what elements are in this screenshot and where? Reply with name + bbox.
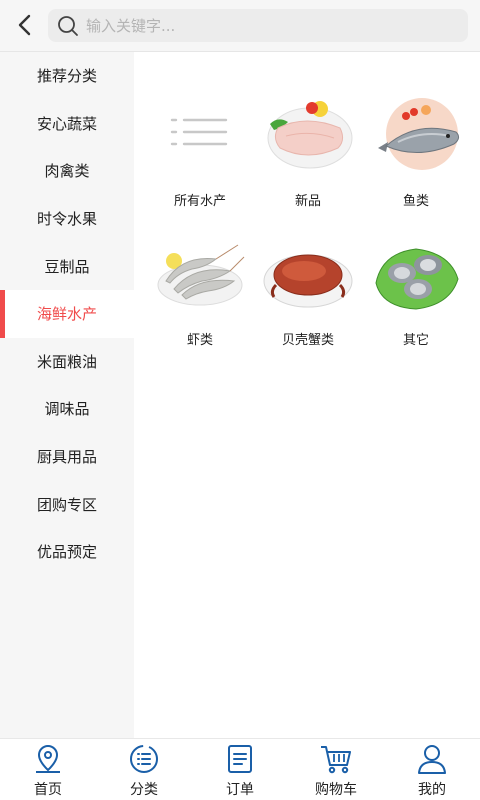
top-bar	[0, 0, 480, 52]
subcategory-label: 所有水产	[173, 194, 226, 209]
back-button[interactable]	[8, 8, 42, 42]
oyster-image	[368, 231, 464, 321]
sidebar-item-label: 团购专区	[36, 495, 97, 514]
subcategory-shellfish-crab[interactable]: 贝壳蟹类	[256, 231, 360, 348]
subcategory-label: 虾类	[186, 333, 213, 348]
subcategory-label: 贝壳蟹类	[281, 333, 334, 348]
subcategory-new[interactable]: 新品	[256, 92, 360, 209]
sidebar-item-seasoning[interactable]: 调味品	[0, 385, 134, 433]
sidebar-item-label: 时令水果	[36, 210, 97, 229]
order-document-icon	[223, 743, 257, 775]
tab-orders[interactable]: 订单	[192, 739, 288, 800]
subcategory-label: 其它	[402, 333, 429, 348]
search-icon	[56, 14, 80, 38]
tab-label: 我的	[418, 782, 446, 798]
tab-profile[interactable]: 我的	[384, 739, 480, 800]
list-icon	[152, 92, 248, 182]
tab-label: 购物车	[315, 782, 357, 798]
fish-image	[368, 92, 464, 182]
subcategory-label: 新品	[294, 194, 321, 209]
sidebar-item-label: 厨具用品	[36, 448, 97, 467]
sidebar-item-soy-products[interactable]: 豆制品	[0, 242, 134, 290]
sidebar-item-label: 豆制品	[44, 257, 90, 276]
tab-home[interactable]: 首页	[0, 739, 96, 800]
subcategory-all-seafood[interactable]: 所有水产	[148, 92, 252, 209]
subcategory-panel: 所有水产 新品 鱼类 虾类 贝壳蟹类 其它	[134, 52, 480, 738]
sidebar-item-seasonal-fruit[interactable]: 时令水果	[0, 195, 134, 243]
tab-label: 分类	[130, 782, 158, 798]
tab-cart[interactable]: 购物车	[288, 739, 384, 800]
search-input[interactable]	[86, 16, 468, 35]
subcategory-other[interactable]: 其它	[364, 231, 468, 348]
sidebar-item-kitchenware[interactable]: 厨具用品	[0, 433, 134, 481]
search-bar[interactable]	[48, 9, 468, 42]
sidebar-item-recommended[interactable]: 推荐分类	[0, 52, 134, 100]
subcategory-fish[interactable]: 鱼类	[364, 92, 468, 209]
sidebar-item-label: 米面粮油	[36, 352, 97, 371]
sidebar-item-vegetables[interactable]: 安心蔬菜	[0, 100, 134, 148]
subcategory-shrimp[interactable]: 虾类	[148, 231, 252, 348]
sidebar-item-label: 安心蔬菜	[36, 114, 97, 133]
subcategory-grid: 所有水产 新品 鱼类 虾类 贝壳蟹类 其它	[148, 92, 468, 348]
shopping-cart-icon	[319, 743, 353, 775]
sidebar-item-label: 优品预定	[36, 543, 97, 562]
user-icon	[415, 743, 449, 775]
sidebar-item-seafood[interactable]: 海鲜水产	[0, 289, 134, 338]
sidebar-item-label: 调味品	[44, 400, 90, 419]
tab-label: 首页	[34, 782, 62, 798]
shrimp-image	[152, 231, 248, 321]
bottom-tab-bar: 首页 分类 订单 购物车 我的	[0, 738, 480, 800]
tab-category[interactable]: 分类	[96, 739, 192, 800]
sidebar-item-premium-preorder[interactable]: 优品预定	[0, 528, 134, 576]
fish-fillet-image	[260, 92, 356, 182]
category-sidebar: 推荐分类 安心蔬菜 肉禽类 时令水果 豆制品 海鲜水产 米面粮油 调味品 厨具用…	[0, 52, 134, 738]
tab-label: 订单	[226, 782, 254, 798]
sidebar-item-grain-oil[interactable]: 米面粮油	[0, 338, 134, 386]
sidebar-item-label: 肉禽类	[44, 162, 90, 181]
sidebar-item-meat-poultry[interactable]: 肉禽类	[0, 147, 134, 195]
location-pin-icon	[31, 743, 65, 775]
subcategory-label: 鱼类	[402, 194, 429, 209]
sidebar-item-label: 推荐分类	[36, 67, 97, 86]
sidebar-item-label: 海鲜水产	[36, 305, 97, 324]
sidebar-item-group-buy[interactable]: 团购专区	[0, 480, 134, 528]
category-list-icon	[127, 743, 161, 775]
chevron-left-icon	[18, 14, 31, 36]
crab-image	[260, 231, 356, 321]
